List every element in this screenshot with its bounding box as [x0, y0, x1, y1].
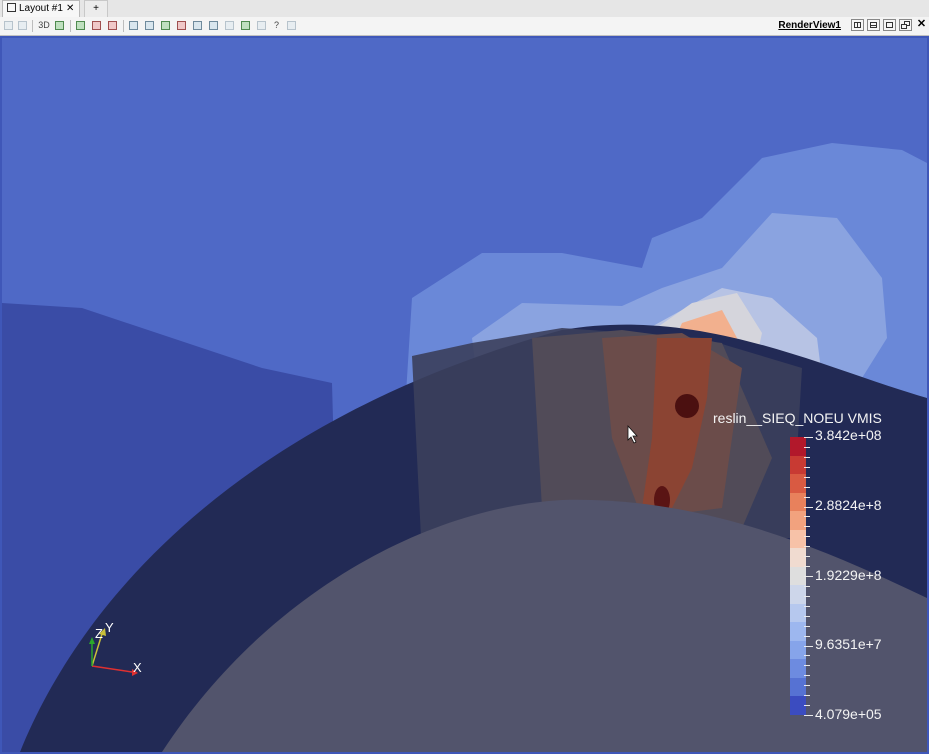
legend-tick — [804, 715, 813, 716]
legend-tick — [804, 466, 810, 468]
color-bar-band — [790, 455, 806, 475]
layout-icon — [7, 3, 16, 12]
zoom-to-data-icon[interactable] — [75, 20, 86, 31]
legend-tick — [804, 496, 810, 498]
legend-tick — [804, 516, 810, 518]
render-view-name: RenderView1 — [778, 20, 841, 31]
select-points-icon[interactable] — [128, 20, 139, 31]
legend-tick — [804, 446, 810, 448]
camera-undo-icon[interactable] — [3, 20, 14, 31]
close-view-button[interactable]: ✕ — [915, 19, 928, 31]
legend-label: 9.6351e+7 — [815, 636, 882, 652]
select-cells-icon[interactable] — [107, 20, 118, 31]
render-view[interactable]: X Y Z reslin__SIEQ_NOEU VMIS 3.842e+08 2… — [0, 36, 929, 754]
close-tab-icon[interactable]: ✕ — [66, 3, 74, 14]
axis-z-label: Z — [95, 626, 103, 641]
select-block-icon[interactable] — [176, 20, 187, 31]
legend-tick — [804, 645, 813, 647]
add-tab-button[interactable]: + — [84, 0, 108, 17]
legend-tick — [804, 635, 810, 637]
delete-icon[interactable] — [286, 20, 297, 31]
color-bar-band — [790, 585, 806, 605]
toolbar-separator — [123, 20, 124, 32]
legend-tick — [804, 566, 810, 568]
grow-selection-icon[interactable] — [224, 20, 235, 31]
toggle-3d-icon[interactable]: 3D — [37, 20, 51, 31]
view-toolbar: 3D ? RenderView1 ✕ — [0, 17, 929, 36]
legend-tick — [804, 476, 810, 478]
zoom-to-box-icon[interactable] — [91, 20, 102, 31]
color-bar-band — [790, 640, 806, 660]
maximize-button[interactable] — [883, 19, 896, 31]
legend-tick — [804, 536, 810, 538]
stress-hotspot — [675, 394, 699, 418]
legend-tick — [804, 625, 810, 627]
legend-tick — [804, 486, 810, 488]
layout-tab[interactable]: Layout #1 ✕ — [2, 0, 80, 17]
select-cells-frustum-icon[interactable] — [144, 20, 155, 31]
legend-label-max: 3.842e+08 — [815, 427, 882, 443]
legend-tick — [804, 456, 810, 458]
legend-tick — [804, 585, 810, 587]
split-vertical-button[interactable] — [867, 19, 880, 31]
legend-tick — [804, 526, 810, 528]
legend-title: reslin__SIEQ_NOEU VMIS — [713, 410, 882, 426]
split-horizontal-button[interactable] — [851, 19, 864, 31]
legend-tick — [804, 506, 813, 508]
interactive-select-cells-icon[interactable] — [192, 20, 203, 31]
legend-tick — [804, 655, 810, 657]
select-points-frustum-icon[interactable] — [160, 20, 171, 31]
layout-tab-bar: Layout #1 ✕ + — [0, 0, 929, 18]
legend-tick — [804, 576, 813, 577]
legend-tick — [804, 615, 810, 617]
legend-tick — [804, 437, 813, 438]
axis-x-label: X — [133, 660, 142, 675]
legend-tick — [804, 695, 810, 697]
restore-button[interactable] — [899, 19, 912, 31]
layout-tab-label: Layout #1 — [19, 3, 63, 14]
reset-camera-icon[interactable] — [54, 20, 65, 31]
color-bar-band — [790, 492, 806, 512]
shrink-selection-icon[interactable] — [240, 20, 251, 31]
legend-tick — [804, 685, 810, 687]
toolbar-separator — [32, 20, 33, 32]
color-bar-band — [790, 677, 806, 697]
legend-label-min: 4.079e+05 — [815, 706, 882, 722]
help-icon[interactable]: ? — [271, 20, 282, 31]
legend-tick — [804, 595, 810, 597]
clear-selection-icon[interactable] — [256, 20, 267, 31]
legend-tick — [804, 605, 810, 607]
legend-tick — [804, 675, 810, 677]
legend-label: 1.9229e+8 — [815, 567, 882, 583]
render-scene — [2, 143, 927, 752]
legend-tick — [804, 556, 810, 558]
camera-redo-icon[interactable] — [17, 20, 28, 31]
axis-y-label: Y — [105, 620, 114, 635]
toolbar-separator — [70, 20, 71, 32]
legend-tick — [804, 546, 810, 548]
legend-label: 2.8824e+8 — [815, 497, 882, 513]
legend-tick — [804, 665, 810, 667]
interactive-select-points-icon[interactable] — [208, 20, 219, 31]
color-bar-band — [790, 548, 806, 568]
legend-tick — [804, 705, 810, 707]
